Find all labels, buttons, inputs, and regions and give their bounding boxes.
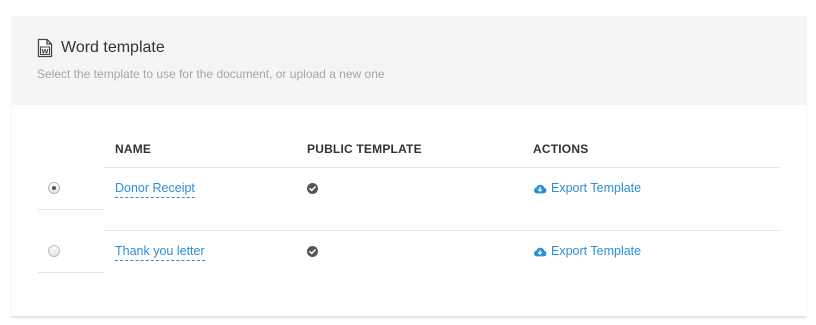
export-template-label: Export Template: [551, 244, 642, 258]
select-template-radio[interactable]: [48, 245, 60, 257]
template-name-link[interactable]: Donor Receipt: [115, 181, 195, 198]
export-template-button[interactable]: Export Template: [533, 181, 641, 195]
page-subtitle: Select the template to use for the docum…: [37, 67, 385, 81]
export-template-label: Export Template: [551, 181, 642, 195]
column-header-name: NAME: [115, 142, 152, 156]
cloud-download-icon: [534, 247, 547, 256]
page-title: Word template: [61, 39, 165, 56]
row-divider: [38, 272, 104, 273]
header-divider: [104, 167, 780, 168]
word-template-panel: W Word template Select the template to u…: [12, 16, 806, 317]
column-header-public-template: PUBLIC TEMPLATE: [307, 142, 422, 156]
row-divider: [104, 230, 780, 231]
export-template-button[interactable]: Export Template: [533, 244, 641, 258]
select-template-radio[interactable]: [48, 182, 60, 194]
public-check-icon: [307, 183, 318, 194]
column-header-actions: ACTIONS: [533, 142, 589, 156]
svg-text:W: W: [41, 47, 48, 55]
row-divider: [38, 209, 104, 210]
public-check-icon: [307, 246, 318, 257]
cloud-download-icon: [534, 184, 547, 193]
word-document-icon: W: [37, 38, 53, 58]
panel-title-row: W Word template: [37, 37, 165, 59]
template-name-link[interactable]: Thank you letter: [115, 244, 205, 261]
panel-header: W Word template Select the template to u…: [12, 16, 806, 105]
